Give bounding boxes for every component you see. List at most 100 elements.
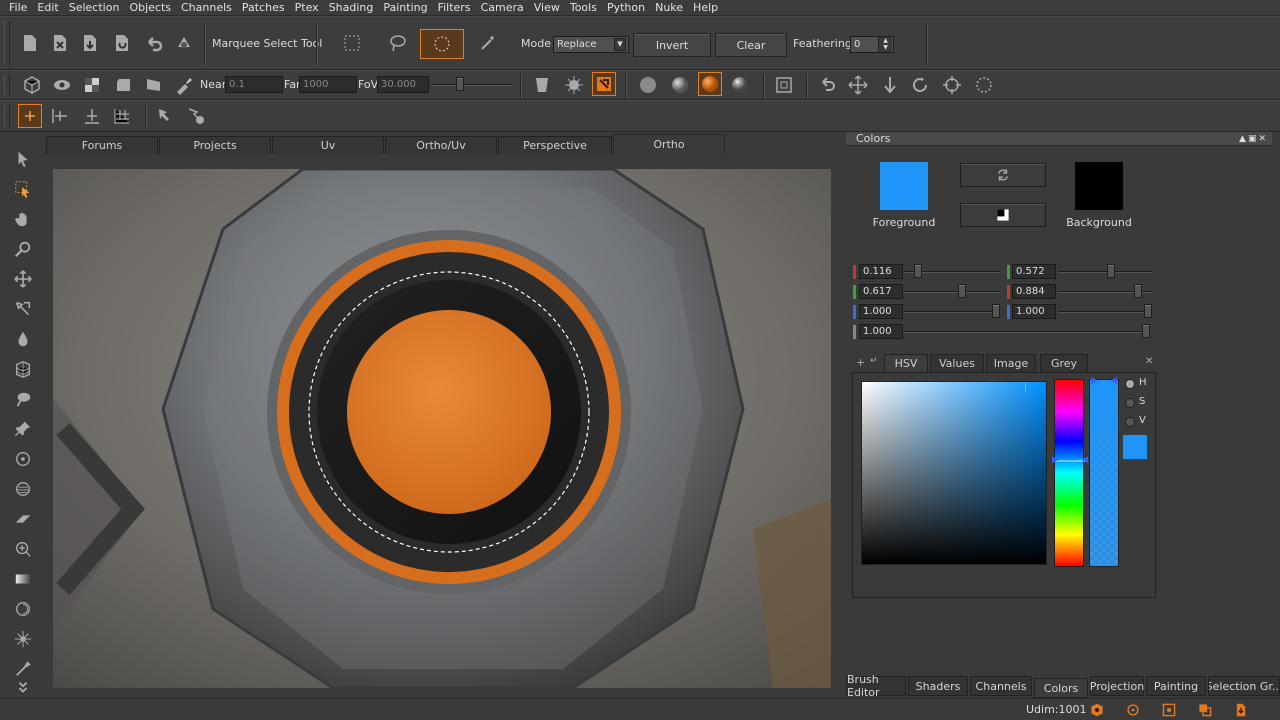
- sv-cursor[interactable]: [1024, 382, 1026, 392]
- status-layers-button[interactable]: [1196, 702, 1214, 718]
- snap-vertical-button[interactable]: [80, 104, 104, 128]
- channel-g-thumb[interactable]: [958, 284, 967, 298]
- status-target-button[interactable]: [1124, 702, 1142, 718]
- smear-tool[interactable]: [8, 386, 38, 412]
- brush-options-button[interactable]: [172, 73, 196, 97]
- rotate-camera-button[interactable]: [908, 73, 932, 97]
- panel-window-controls-icon[interactable]: ▲▣✕: [1239, 132, 1268, 146]
- ortho-viewport[interactable]: [53, 169, 831, 688]
- tab-ortho[interactable]: Ortho: [613, 134, 725, 154]
- channel-v-input[interactable]: 1.000: [1012, 304, 1056, 319]
- selection-filter-button[interactable]: [184, 104, 208, 128]
- snap-horizontal-button[interactable]: [48, 104, 72, 128]
- select-tool[interactable]: [8, 146, 38, 172]
- channel-b-thumb[interactable]: [992, 304, 1000, 318]
- status-hex-button[interactable]: [1088, 702, 1106, 718]
- undo-button[interactable]: [142, 31, 166, 55]
- tab-projection[interactable]: Projection: [1090, 676, 1144, 696]
- tab-colors[interactable]: Colors: [1034, 678, 1088, 698]
- eye-button[interactable]: [50, 73, 74, 97]
- marquee-select-tool[interactable]: [8, 176, 38, 202]
- channel-r-input[interactable]: 0.116: [859, 264, 903, 279]
- channel-b-slider[interactable]: [904, 311, 1000, 313]
- radio-s[interactable]: S: [1125, 396, 1155, 412]
- fov-input[interactable]: 30.000: [377, 76, 429, 93]
- redo-button[interactable]: [172, 31, 196, 55]
- lighting-button[interactable]: [562, 73, 586, 97]
- toolbar-grip[interactable]: [4, 21, 10, 65]
- alpha-marker-right-arrow-icon[interactable]: ◀: [1110, 376, 1117, 386]
- menu-help[interactable]: Help: [688, 0, 723, 16]
- texture-shader-button[interactable]: [530, 73, 554, 97]
- paint-through-button[interactable]: [592, 72, 616, 96]
- channel-h-input[interactable]: 0.572: [1012, 264, 1056, 279]
- ellipse-select-button[interactable]: [420, 29, 464, 59]
- shaded-button[interactable]: [112, 73, 136, 97]
- move-tool[interactable]: [8, 266, 38, 292]
- frame-button[interactable]: [772, 73, 796, 97]
- new-file-button[interactable]: [18, 31, 42, 55]
- far-input[interactable]: 1000: [299, 76, 357, 93]
- tab-uv[interactable]: Uv: [272, 136, 384, 154]
- fill-tool[interactable]: [8, 596, 38, 622]
- menu-objects[interactable]: Objects: [124, 0, 176, 16]
- menu-tools[interactable]: Tools: [565, 0, 602, 16]
- snap-center-button[interactable]: [18, 104, 42, 128]
- save-button[interactable]: [110, 31, 134, 55]
- fov-slider-thumb[interactable]: [456, 77, 464, 91]
- menu-filters[interactable]: Filters: [433, 0, 476, 16]
- magic-wand-button[interactable]: [476, 31, 500, 55]
- channel-a-thumb[interactable]: [1142, 324, 1150, 338]
- status-frame-button[interactable]: [1160, 702, 1178, 718]
- transform-tool[interactable]: [8, 296, 38, 322]
- tab-projects[interactable]: Projects: [159, 136, 271, 154]
- mode-select[interactable]: Replace ▼: [553, 36, 629, 53]
- zoom-tool[interactable]: [8, 236, 38, 262]
- channel-s-thumb[interactable]: [1134, 284, 1143, 298]
- move-camera-button[interactable]: [846, 73, 870, 97]
- gradient-tool[interactable]: [8, 566, 38, 592]
- flat-button[interactable]: [142, 73, 166, 97]
- flat-shade-ball-button[interactable]: [636, 73, 660, 97]
- hue-marker[interactable]: ▶ ◀: [1052, 455, 1088, 464]
- pan-tool[interactable]: [8, 206, 38, 232]
- channel-v-thumb[interactable]: [1144, 304, 1152, 318]
- import-button[interactable]: [78, 31, 102, 55]
- specular-ball-button[interactable]: [728, 73, 752, 97]
- channel-r-thumb[interactable]: [914, 264, 923, 278]
- invert-button[interactable]: Invert: [633, 33, 711, 57]
- menu-ptex[interactable]: Ptex: [290, 0, 324, 16]
- tab-image[interactable]: Image: [986, 354, 1036, 372]
- status-file-button[interactable]: [1232, 702, 1250, 718]
- selection-mode-button[interactable]: [154, 104, 178, 128]
- tumble-button[interactable]: [940, 73, 964, 97]
- tab-channels[interactable]: Channels: [970, 676, 1032, 696]
- near-input[interactable]: 0.1: [225, 76, 283, 93]
- menu-view[interactable]: View: [529, 0, 565, 16]
- channel-s-input[interactable]: 0.884: [1012, 284, 1056, 299]
- paint-tool[interactable]: [8, 326, 38, 352]
- radio-v[interactable]: V: [1125, 415, 1155, 431]
- tab-hsv[interactable]: HSV: [884, 354, 928, 372]
- channel-b-input[interactable]: 1.000: [859, 304, 903, 319]
- menu-edit[interactable]: Edit: [32, 0, 63, 16]
- menu-shading[interactable]: Shading: [324, 0, 379, 16]
- foreground-swatch[interactable]: [880, 162, 928, 210]
- channel-g-slider[interactable]: [904, 291, 1000, 293]
- dolly-button[interactable]: [878, 73, 902, 97]
- snap-grid-button[interactable]: [110, 104, 134, 128]
- viewport-canvas[interactable]: [53, 169, 831, 688]
- channel-a-input[interactable]: 1.000: [859, 324, 903, 339]
- feathering-input[interactable]: 0 ▲ ▼: [850, 36, 894, 53]
- camera-undo-button[interactable]: [816, 73, 840, 97]
- channel-h-thumb[interactable]: [1107, 264, 1116, 278]
- menu-selection[interactable]: Selection: [64, 0, 125, 16]
- tab-perspective[interactable]: Perspective: [498, 136, 612, 154]
- cube-view-button[interactable]: [20, 73, 44, 97]
- menu-channels[interactable]: Channels: [176, 0, 237, 16]
- paint-buffer-tool[interactable]: [8, 356, 38, 382]
- rect-select-button[interactable]: [340, 31, 364, 55]
- smooth-shade-ball-button[interactable]: [668, 73, 692, 97]
- close-picker-icon[interactable]: ✕: [1145, 356, 1153, 367]
- menu-painting[interactable]: Painting: [378, 0, 432, 16]
